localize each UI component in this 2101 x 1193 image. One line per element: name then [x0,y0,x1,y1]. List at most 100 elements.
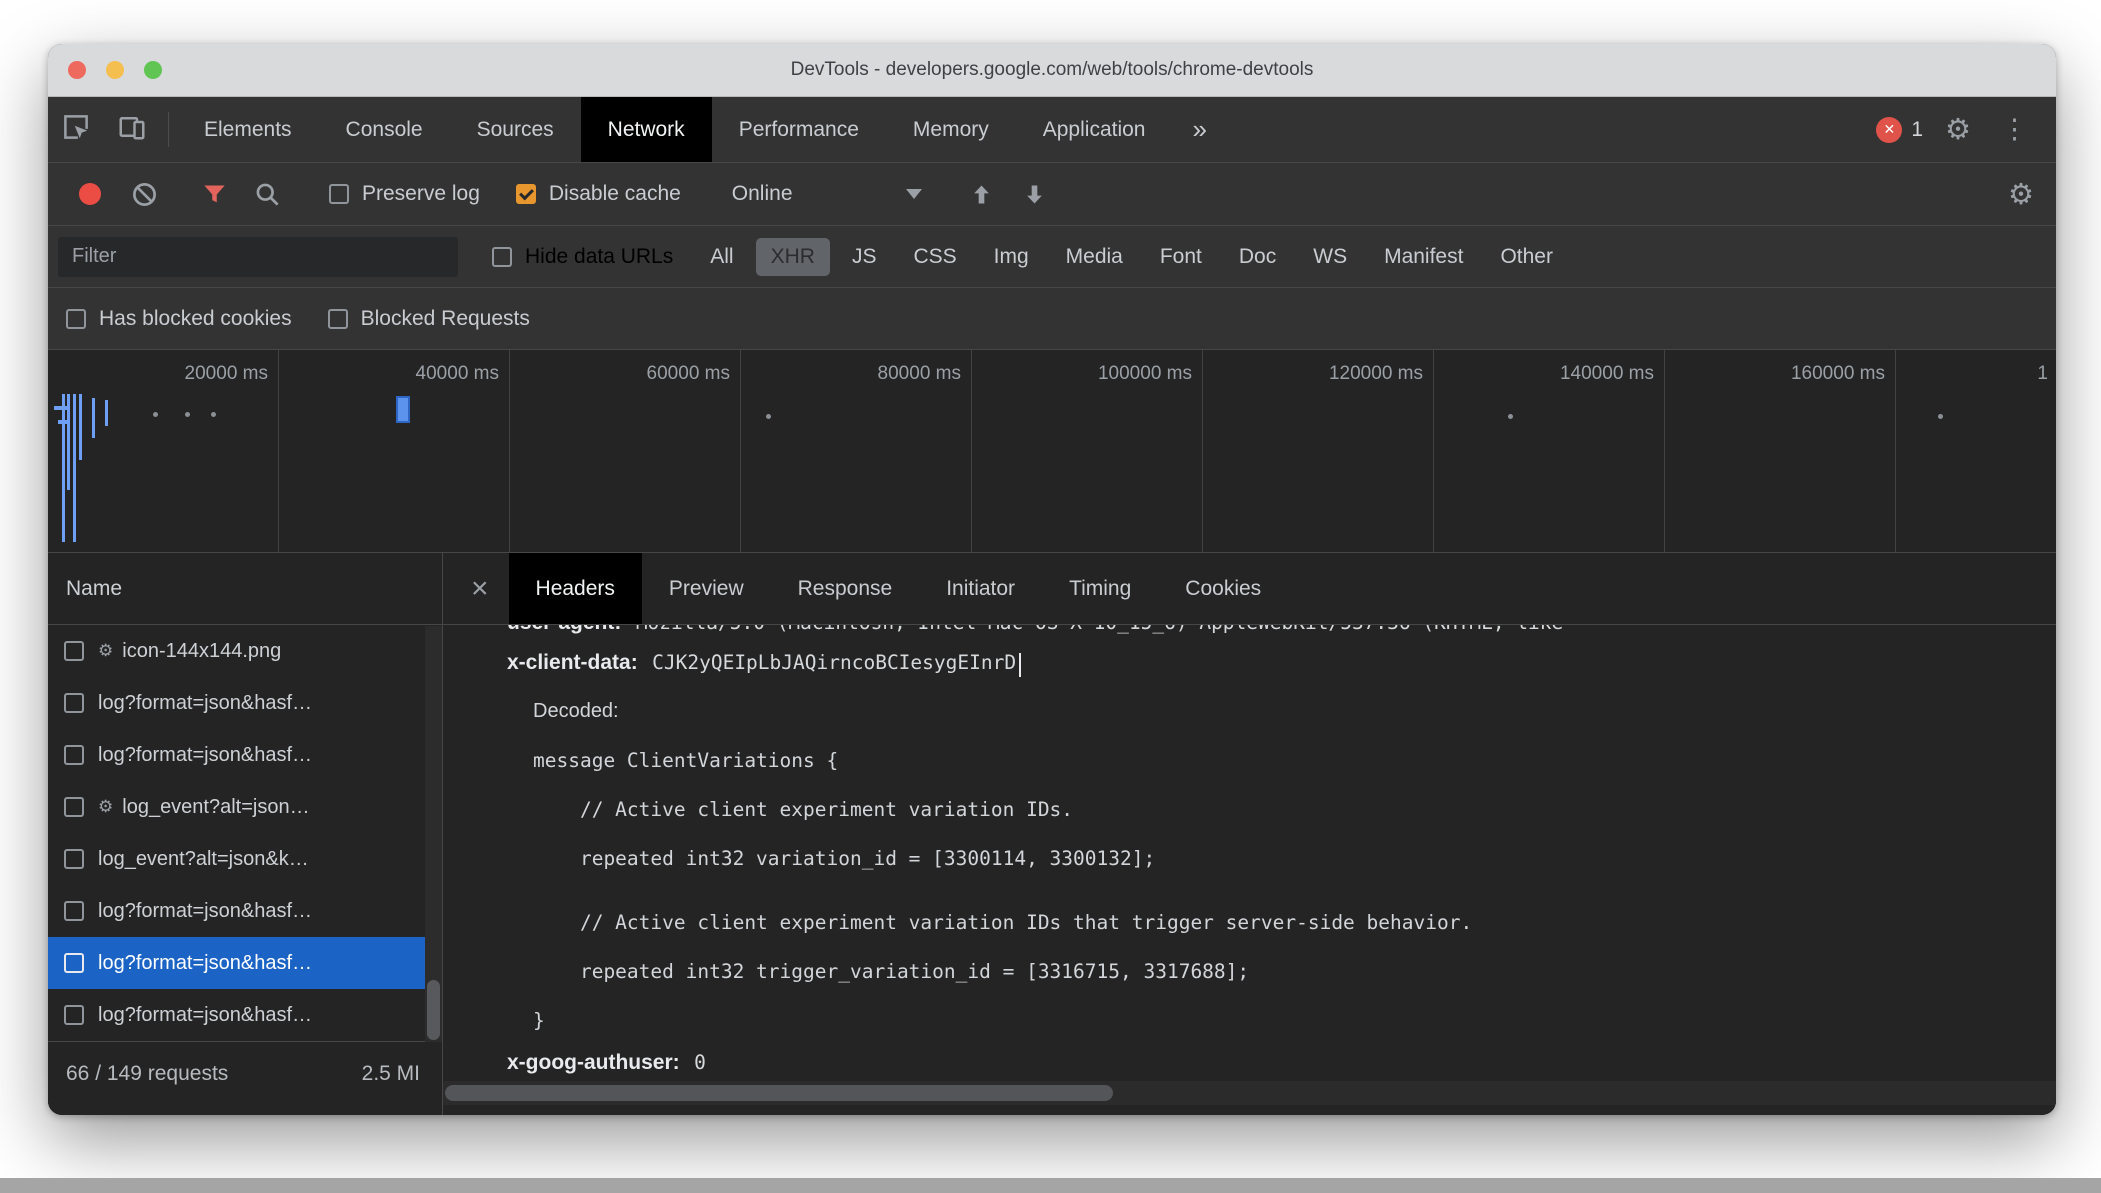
request-row[interactable]: log?format=json&hasf… [48,989,442,1041]
request-checkbox[interactable] [64,1005,84,1025]
close-details-button[interactable]: × [451,553,509,624]
request-checkbox[interactable] [64,797,84,817]
request-checkbox[interactable] [64,849,84,869]
request-row[interactable]: log?format=json&hasf… [48,677,442,729]
zoom-window-button[interactable] [144,61,162,79]
request-checkbox[interactable] [64,953,84,973]
request-row[interactable]: ⚙ icon-144x144.png [48,625,442,677]
import-har-button[interactable] [955,181,1008,208]
scrollbar-thumb[interactable] [427,980,440,1040]
tab-console[interactable]: Console [319,97,450,162]
waterfall-dot [766,414,771,419]
request-gear-icon: ⚙ [98,641,114,660]
disable-cache-checkbox[interactable]: Disable cache [515,182,681,206]
kebab-menu-icon[interactable]: ⋮ [1993,114,2036,145]
disable-cache-label: Disable cache [548,182,681,205]
filter-chip-xhr[interactable]: XHR [755,237,830,276]
checkbox-box [66,308,86,329]
details-tab-timing[interactable]: Timing [1042,553,1158,624]
filter-chip-ws[interactable]: WS [1298,238,1362,276]
header-value: Mozilla/5.0 (Macintosh; Intel Mac OS X 1… [636,625,1563,634]
request-checkbox[interactable] [64,641,84,661]
error-badge[interactable]: ✕ 1 [1876,116,1923,143]
search-button[interactable] [241,181,294,208]
details-tab-preview[interactable]: Preview [642,553,771,624]
clear-requests-button[interactable] [118,181,171,208]
waterfall-activity-bar [79,394,82,460]
minimize-window-button[interactable] [106,61,124,79]
header-name: x-goog-authuser: [507,1050,680,1074]
window-titlebar[interactable]: DevTools - developers.google.com/web/too… [48,44,2056,97]
throttling-select[interactable]: Online [732,182,922,206]
request-row[interactable]: log?format=json&hasf… [48,885,442,937]
filter-input[interactable] [58,236,458,277]
tab-performance[interactable]: Performance [712,97,886,162]
request-list-scrollbar[interactable] [425,626,442,1042]
filter-toggle-button[interactable] [188,181,241,208]
header-value: 0 [694,1050,706,1074]
waterfall-activity-bar [105,400,108,426]
scrollbar-thumb[interactable] [445,1085,1113,1101]
tab-sources[interactable]: Sources [450,97,581,162]
text-cursor [1019,652,1022,677]
request-row-selected[interactable]: log?format=json&hasf… [48,937,442,989]
settings-gear-icon[interactable]: ⚙ [1937,112,1979,147]
has-blocked-cookies-checkbox[interactable]: Has blocked cookies [66,307,292,331]
details-tabbar: × Headers Preview Response Initiator Tim… [443,553,2056,625]
network-settings-gear-icon[interactable]: ⚙ [2000,177,2042,212]
timeline-tick: 140000 ms [1434,350,1665,552]
filter-chip-css[interactable]: CSS [898,238,971,276]
request-row[interactable]: ⚙ log_event?alt=json… [48,781,442,833]
header-entry-user-agent: user-agent: Mozilla/5.0 (Macintosh; Inte… [507,625,2056,635]
devtools-window: DevTools - developers.google.com/web/too… [48,44,2056,1115]
request-checkbox[interactable] [64,901,84,921]
clear-icon [133,182,156,206]
export-har-button[interactable] [1008,181,1061,208]
waterfall-dot [1938,414,1943,419]
details-tab-initiator[interactable]: Initiator [919,553,1042,624]
name-column-header[interactable]: Name [48,553,442,625]
filter-chip-font[interactable]: Font [1145,238,1217,276]
close-window-button[interactable] [68,61,86,79]
request-name: log?format=json&hasf… [98,743,313,766]
request-checkbox[interactable] [64,693,84,713]
network-overview-timeline[interactable]: 20000 ms 40000 ms 60000 ms 80000 ms 1000… [48,350,2056,553]
filter-chip-media[interactable]: Media [1051,238,1138,276]
inspect-element-button[interactable] [48,97,104,162]
tab-application[interactable]: Application [1016,97,1173,162]
record-button[interactable] [79,183,101,205]
tab-elements[interactable]: Elements [177,97,319,162]
request-checkbox[interactable] [64,745,84,765]
request-row[interactable]: log_event?alt=json&k… [48,833,442,885]
filter-chip-all[interactable]: All [695,238,748,276]
filter-chip-doc[interactable]: Doc [1224,238,1291,276]
timeline-tick: 160000 ms [1665,350,1896,552]
more-tabs-button[interactable]: » [1172,97,1226,162]
request-row[interactable]: log?format=json&hasf… [48,729,442,781]
filter-chip-img[interactable]: Img [979,238,1044,276]
filter-chip-js[interactable]: JS [837,238,892,276]
hide-data-urls-checkbox[interactable]: Hide data URLs [492,245,673,269]
header-name: x-client-data: [507,651,638,674]
tab-network[interactable]: Network [580,97,712,162]
timeline-tick: 80000 ms [741,350,972,552]
request-name: icon-144x144.png [122,639,282,662]
details-tab-cookies[interactable]: Cookies [1158,553,1288,624]
arrow-down-icon [1026,185,1042,203]
request-list-panel: Name ⚙ icon-144x144.png log?format=json&… [48,553,443,1115]
decoded-client-variations: Decoded: message ClientVariations { // A… [533,687,2056,1045]
tab-memory[interactable]: Memory [886,97,1016,162]
filter-chip-other[interactable]: Other [1485,238,1568,276]
details-horizontal-scrollbar[interactable] [443,1081,2056,1105]
headers-content[interactable]: user-agent: Mozilla/5.0 (Macintosh; Inte… [443,625,2056,1115]
timeline-tick: 60000 ms [510,350,741,552]
toolbar-separator [168,112,169,147]
preserve-log-checkbox[interactable]: Preserve log [329,182,480,206]
waterfall-dot [1508,414,1513,419]
details-tab-headers[interactable]: Headers [508,553,642,624]
device-toolbar-button[interactable] [104,97,160,162]
details-tab-response[interactable]: Response [771,553,920,624]
blocked-requests-checkbox[interactable]: Blocked Requests [327,307,530,331]
filter-chip-manifest[interactable]: Manifest [1369,238,1478,276]
timeline-tick: 20000 ms [48,350,279,552]
